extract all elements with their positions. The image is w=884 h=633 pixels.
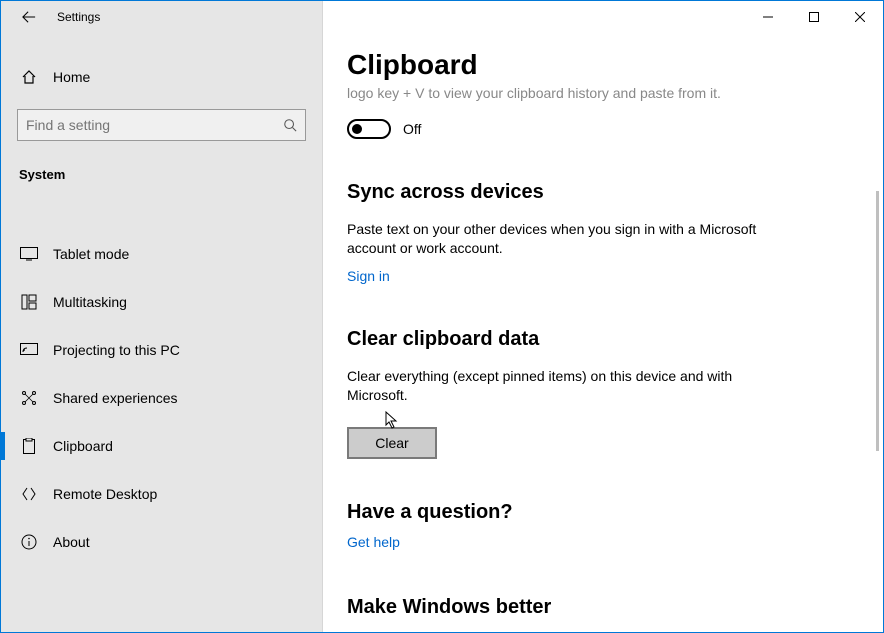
category-label: System (19, 167, 322, 182)
about-icon (19, 534, 39, 550)
nav-item-tablet-mode[interactable]: Tablet mode (1, 230, 322, 278)
search-icon (283, 118, 297, 132)
remote-desktop-icon (19, 486, 39, 502)
nav-label: Shared experiences (53, 390, 178, 406)
titlebar: Settings (1, 1, 322, 33)
projecting-icon (19, 343, 39, 357)
search-input[interactable] (26, 117, 266, 133)
sync-heading: Sync across devices (347, 181, 859, 204)
search-box[interactable] (17, 109, 306, 141)
content-pane: Clipboard logo key + V to view your clip… (323, 1, 883, 632)
sidebar: Settings Home System Tablet mode (1, 1, 323, 632)
nav-item-multitasking[interactable]: Multitasking (1, 278, 322, 326)
clear-button[interactable]: Clear (347, 427, 437, 459)
clear-heading: Clear clipboard data (347, 328, 859, 351)
history-toggle-row: Off (347, 119, 859, 139)
page-title: Clipboard (347, 49, 859, 81)
toggle-knob-icon (352, 124, 362, 134)
tablet-icon (19, 247, 39, 261)
home-icon (19, 69, 39, 85)
nav-list: Tablet mode Multitasking Projecting to t… (1, 230, 322, 566)
home-label: Home (53, 69, 90, 85)
minimize-button[interactable] (745, 1, 791, 33)
home-nav[interactable]: Home (1, 57, 322, 97)
nav-label: Clipboard (53, 438, 113, 454)
nav-item-about[interactable]: About (1, 518, 322, 566)
shared-icon (19, 390, 39, 406)
history-toggle[interactable] (347, 119, 391, 139)
question-heading: Have a question? (347, 501, 859, 524)
clipboard-icon (19, 438, 39, 454)
nav-item-clipboard[interactable]: Clipboard (1, 422, 322, 470)
get-help-link[interactable]: Get help (347, 534, 400, 550)
sync-body: Paste text on your other devices when yo… (347, 220, 767, 258)
signin-link[interactable]: Sign in (347, 268, 390, 284)
nav-label: Remote Desktop (53, 486, 157, 502)
clear-body: Clear everything (except pinned items) o… (347, 367, 767, 405)
close-button[interactable] (837, 1, 883, 33)
settings-window: Settings Home System Tablet mode (0, 0, 884, 633)
scrollbar[interactable] (876, 191, 879, 451)
nav-label: Multitasking (53, 294, 127, 310)
toggle-state-label: Off (403, 121, 421, 137)
nav-label: Tablet mode (53, 246, 129, 262)
multitasking-icon (19, 294, 39, 310)
nav-item-shared-experiences[interactable]: Shared experiences (1, 374, 322, 422)
back-button[interactable] (9, 1, 49, 33)
nav-item-remote-desktop[interactable]: Remote Desktop (1, 470, 322, 518)
nav-label: Projecting to this PC (53, 342, 180, 358)
back-arrow-icon (22, 10, 36, 24)
window-title: Settings (57, 10, 100, 24)
history-hint-text: logo key + V to view your clipboard hist… (347, 85, 859, 101)
nav-item-projecting[interactable]: Projecting to this PC (1, 326, 322, 374)
nav-label: About (53, 534, 90, 550)
clear-button-label: Clear (375, 435, 408, 451)
feedback-heading: Make Windows better (347, 596, 859, 619)
maximize-button[interactable] (791, 1, 837, 33)
window-controls (745, 1, 883, 33)
